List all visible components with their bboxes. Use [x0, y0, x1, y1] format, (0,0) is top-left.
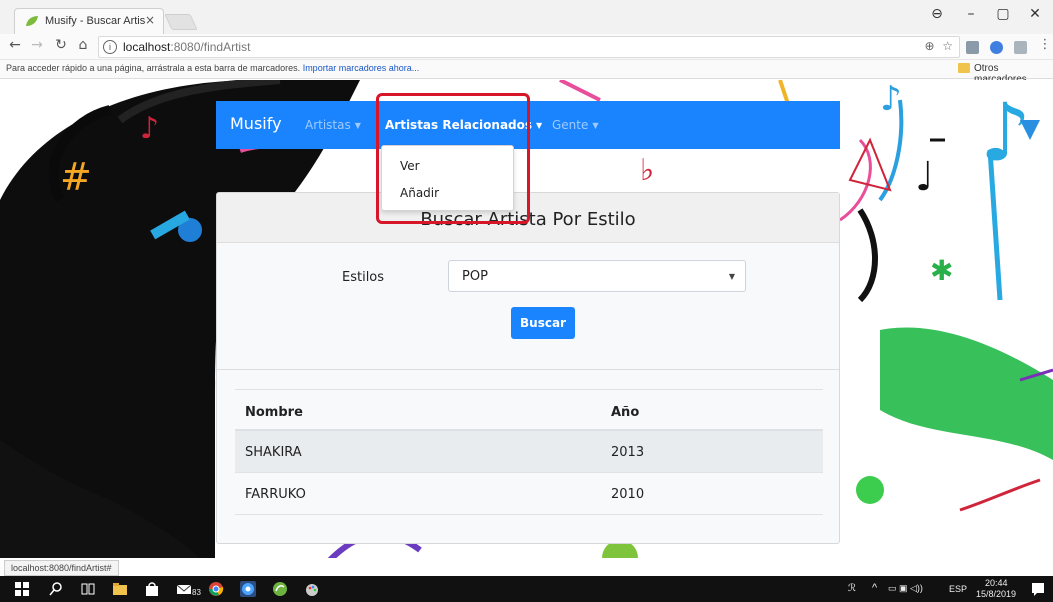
- new-tab-button[interactable]: [164, 14, 198, 30]
- table-header: Nombre Año: [235, 389, 823, 431]
- extension-icon[interactable]: [1014, 41, 1027, 54]
- spring-tool-icon[interactable]: [272, 581, 288, 597]
- status-url: localhost:8080/findArtist#: [4, 560, 119, 576]
- input-language[interactable]: ESP: [949, 584, 967, 594]
- tray-chevron-icon[interactable]: ^: [872, 582, 877, 594]
- menu-icon[interactable]: ⋮: [1036, 37, 1053, 52]
- styles-label: Estilos: [342, 270, 385, 285]
- url-text: localhost:8080/findArtist: [123, 40, 250, 54]
- chrome-icon[interactable]: [208, 581, 224, 597]
- paint-icon[interactable]: [304, 581, 320, 597]
- notifications-icon[interactable]: [1030, 581, 1046, 597]
- bookmarks-bar: Para acceder rápido a una página, arrást…: [0, 60, 1053, 85]
- nav-item-label: Artistas: [305, 118, 351, 132]
- profile-icon[interactable]: ⊖: [922, 6, 952, 22]
- info-icon[interactable]: i: [103, 40, 117, 54]
- mail-icon[interactable]: [176, 581, 192, 597]
- file-explorer-icon[interactable]: [112, 581, 128, 597]
- people-icon[interactable]: ℛ: [848, 583, 856, 594]
- svg-text:#: #: [60, 155, 92, 199]
- svg-text:♭: ♭: [640, 153, 654, 188]
- forward-arrow-icon[interactable]: →: [28, 37, 46, 53]
- styles-select[interactable]: POP ▼: [448, 260, 746, 292]
- clock-date[interactable]: 15/8/2019: [976, 589, 1016, 599]
- clock-time[interactable]: 20:44: [985, 578, 1008, 588]
- windows-start-icon[interactable]: [14, 581, 30, 597]
- tray-icons[interactable]: ▭ ▣ ◁)): [888, 583, 923, 594]
- tab-close-icon[interactable]: ×: [145, 13, 155, 27]
- nav-item-label: Gente: [552, 118, 589, 132]
- column-header-year: Año: [611, 405, 640, 420]
- omnibox-actions: ⊕ ☆: [925, 39, 953, 53]
- chrome-active-icon[interactable]: [240, 581, 256, 597]
- caret-down-icon: ▼: [592, 121, 599, 130]
- svg-text:♪: ♪: [980, 86, 1031, 179]
- folder-icon: [958, 63, 970, 73]
- bookmarks-hint-text: Para acceder rápido a una página, arrást…: [6, 63, 301, 73]
- store-icon[interactable]: [144, 581, 160, 597]
- cell-year: 2010: [611, 487, 645, 502]
- divider: [217, 369, 839, 370]
- svg-text:♩: ♩: [915, 154, 934, 200]
- leaf-icon: [26, 16, 38, 26]
- browser-toolbar: ← → ↻ ⌂ i localhost:8080/findArtist ⊕ ☆ …: [0, 34, 1053, 60]
- cell-name: FARRUKO: [245, 487, 306, 502]
- cell-name: SHAKIRA: [245, 445, 302, 460]
- extension-icon[interactable]: [990, 41, 1003, 54]
- tab-title: Musify - Buscar Artista P: [45, 15, 145, 27]
- star-icon[interactable]: ☆: [942, 39, 953, 53]
- chevron-down-icon: ▼: [728, 272, 735, 281]
- search-button[interactable]: Buscar: [511, 307, 575, 339]
- address-bar[interactable]: i localhost:8080/findArtist ⊕ ☆: [98, 36, 960, 58]
- import-bookmarks-link[interactable]: Importar marcadores ahora...: [303, 63, 420, 73]
- task-view-icon[interactable]: [80, 581, 96, 597]
- reload-icon[interactable]: ↻: [52, 37, 70, 53]
- bookmarks-hint: Para acceder rápido a una página, arrást…: [6, 63, 419, 73]
- svg-text:✱: ✱: [930, 254, 953, 287]
- search-icon[interactable]: [48, 581, 64, 597]
- maximize-button[interactable]: ▢: [988, 6, 1018, 22]
- store-badge: 83: [192, 588, 201, 597]
- zoom-icon[interactable]: ⊕: [925, 39, 935, 53]
- browser-titlebar: Musify - Buscar Artista P × ⊖ – ▢ ✕: [0, 0, 1053, 34]
- nav-item-artistas[interactable]: Artistas ▼: [305, 118, 361, 132]
- table-row: FARRUKO 2010: [235, 473, 823, 515]
- nav-item-gente[interactable]: Gente ▼: [552, 118, 599, 132]
- highlight-annotation: [376, 93, 530, 224]
- extension-icon[interactable]: [966, 41, 979, 54]
- close-window-button[interactable]: ✕: [1020, 6, 1050, 22]
- table-row: SHAKIRA 2013: [235, 431, 823, 473]
- select-value: POP: [462, 269, 488, 284]
- url-path: :8080/findArtist: [170, 40, 251, 54]
- back-arrow-icon[interactable]: ←: [6, 37, 24, 53]
- svg-text:♪: ♪: [880, 80, 902, 119]
- column-header-name: Nombre: [245, 405, 303, 420]
- brand-logo[interactable]: Musify: [230, 114, 282, 133]
- minimize-button[interactable]: –: [956, 6, 986, 22]
- page-viewport: # ♪ ♪ ♪ ♩ ✱ ♭ Musify Artistas ▼ Artistas …: [0, 80, 1053, 558]
- caret-down-icon: ▼: [354, 121, 361, 130]
- url-host: localhost: [123, 40, 171, 54]
- windows-taskbar: 83 ℛ ^ ▭ ▣ ◁)) ESP 20:44 15/8/2019: [0, 576, 1053, 602]
- search-card: Buscar Artista Por Estilo Estilos POP ▼ …: [216, 192, 840, 544]
- home-icon[interactable]: ⌂: [74, 37, 92, 53]
- browser-tab[interactable]: Musify - Buscar Artista P ×: [14, 8, 164, 34]
- svg-text:♪: ♪: [140, 111, 159, 146]
- cell-year: 2013: [611, 445, 645, 460]
- caret-down-icon: ▼: [536, 121, 543, 130]
